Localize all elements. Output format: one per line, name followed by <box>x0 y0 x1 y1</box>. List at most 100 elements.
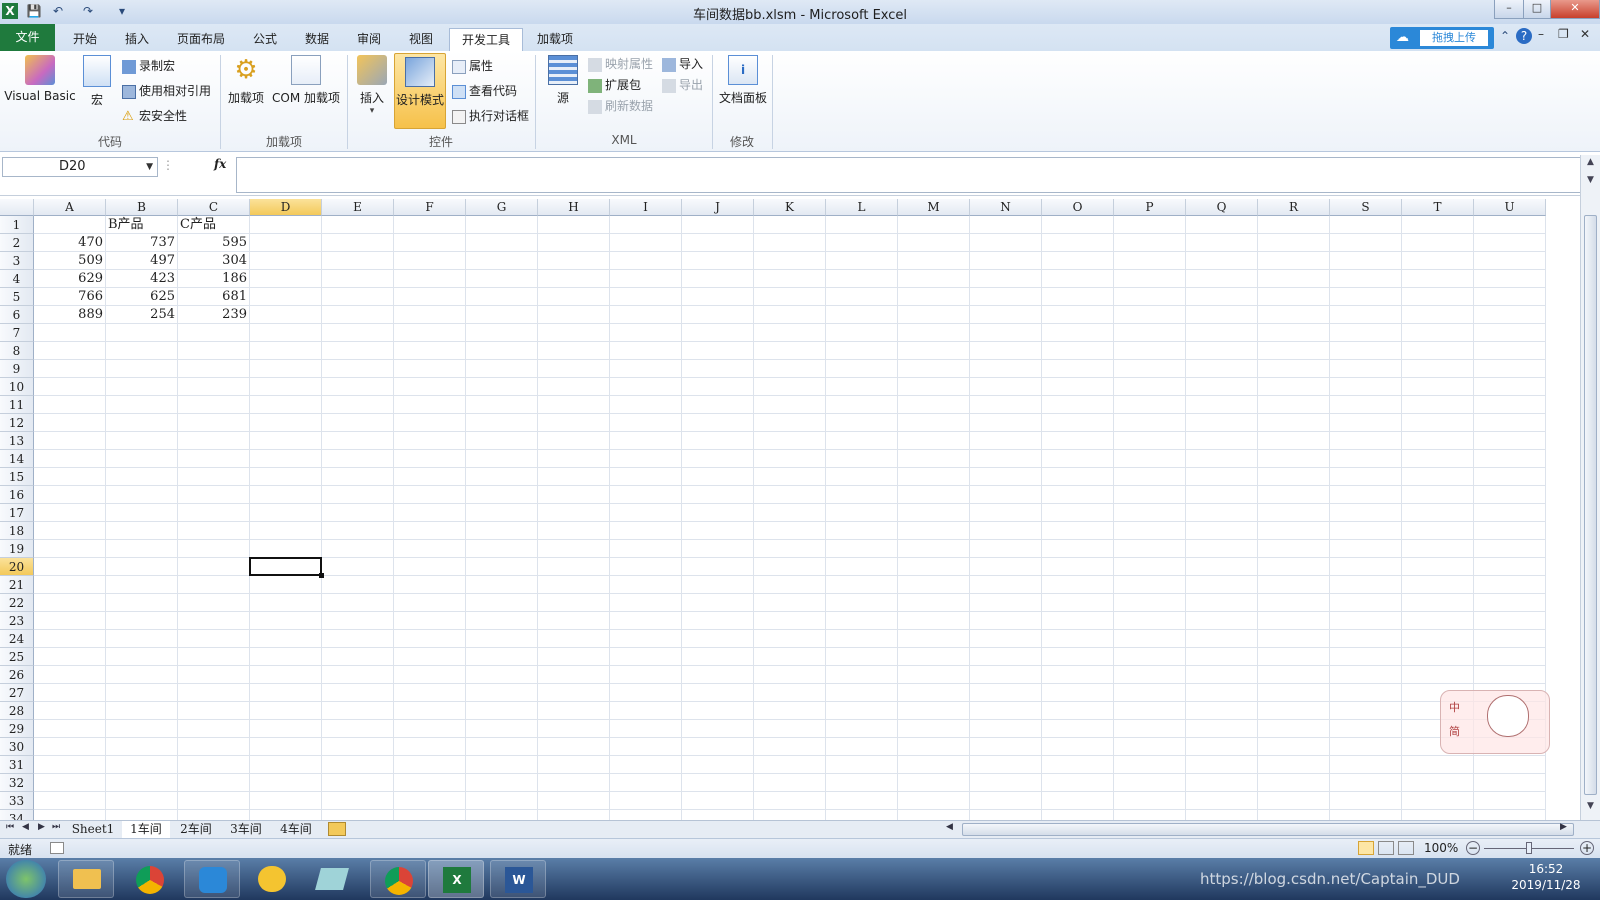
row-header-21[interactable]: 21 <box>0 576 34 594</box>
workbook-restore-icon[interactable]: ❐ <box>1558 27 1572 43</box>
row-header-33[interactable]: 33 <box>0 792 34 810</box>
cell-B5[interactable]: 625 <box>106 288 178 306</box>
column-header-A[interactable]: A <box>34 199 106 216</box>
messenger-taskbar-button[interactable] <box>244 860 300 898</box>
prev-sheet-icon[interactable]: ◀ <box>22 822 34 836</box>
scroll-right-icon[interactable]: ▶ <box>1560 822 1572 836</box>
file-explorer-taskbar-button[interactable] <box>58 860 114 898</box>
close-button[interactable]: ✕ <box>1550 0 1600 19</box>
row-header-19[interactable]: 19 <box>0 540 34 558</box>
cell-C1[interactable]: C产品 <box>180 216 266 234</box>
formula-input[interactable] <box>236 157 1586 193</box>
scroll-down-icon[interactable]: ▼ <box>1583 175 1598 189</box>
zoom-in-icon[interactable]: + <box>1580 841 1594 855</box>
column-header-J[interactable]: J <box>682 199 754 216</box>
workbook-close-icon[interactable]: ✕ <box>1580 27 1594 43</box>
formula-bar-resize-icon[interactable]: ⋮ <box>162 158 174 174</box>
row-header-6[interactable]: 6 <box>0 306 34 324</box>
column-header-F[interactable]: F <box>394 199 466 216</box>
workbook-minimize-icon[interactable]: – <box>1538 27 1552 43</box>
clock-date[interactable]: 2019/11/28 <box>1506 878 1586 894</box>
cell-A4[interactable]: 629 <box>34 270 106 288</box>
cell-B6[interactable]: 254 <box>106 306 178 324</box>
row-header-3[interactable]: 3 <box>0 252 34 270</box>
row-header-5[interactable]: 5 <box>0 288 34 306</box>
insert-control-button[interactable]: 插入 ▾ <box>354 55 390 116</box>
page-layout-view-icon[interactable] <box>1378 841 1394 855</box>
tab-addins[interactable]: 加载项 <box>527 28 583 50</box>
help-icon[interactable]: ? <box>1516 28 1532 44</box>
row-header-13[interactable]: 13 <box>0 432 34 450</box>
row-header-15[interactable]: 15 <box>0 468 34 486</box>
chrome-window-taskbar-button[interactable] <box>370 860 426 898</box>
row-header-28[interactable]: 28 <box>0 702 34 720</box>
cell-C6[interactable]: 239 <box>178 306 250 324</box>
ime-widget[interactable]: 中 简 <box>1440 690 1550 754</box>
maximize-button[interactable]: □ <box>1523 0 1551 19</box>
select-all-corner[interactable] <box>0 199 34 216</box>
sheet-tab-4[interactable]: 4车间 <box>272 821 320 838</box>
sheet-tab-3[interactable]: 3车间 <box>222 821 270 838</box>
addins-button[interactable]: ⚙ 加载项 <box>226 55 266 106</box>
insert-function-button[interactable]: fx <box>214 157 234 175</box>
clock-time[interactable]: 16:52 <box>1506 862 1586 878</box>
row-header-23[interactable]: 23 <box>0 612 34 630</box>
last-sheet-icon[interactable]: ⏭ <box>52 822 64 836</box>
app-taskbar-button[interactable] <box>304 860 360 898</box>
row-header-26[interactable]: 26 <box>0 666 34 684</box>
row-header-10[interactable]: 10 <box>0 378 34 396</box>
column-header-K[interactable]: K <box>754 199 826 216</box>
collapse-ribbon-icon[interactable]: ⌃ <box>1500 29 1514 45</box>
row-header-22[interactable]: 22 <box>0 594 34 612</box>
tab-developer[interactable]: 开发工具 <box>449 28 523 52</box>
scroll-left-icon[interactable]: ◀ <box>946 822 958 836</box>
normal-view-icon[interactable] <box>1358 841 1374 855</box>
row-header-8[interactable]: 8 <box>0 342 34 360</box>
row-header-14[interactable]: 14 <box>0 450 34 468</box>
design-mode-button[interactable]: 设计模式 <box>394 53 446 129</box>
cell-C3[interactable]: 304 <box>178 252 250 270</box>
tab-page-layout[interactable]: 页面布局 <box>168 28 234 50</box>
properties-button[interactable]: 属性 <box>452 56 493 76</box>
expansion-packs-button[interactable]: 扩展包 <box>588 75 641 95</box>
row-header-1[interactable]: 1 <box>0 216 34 234</box>
row-header-12[interactable]: 12 <box>0 414 34 432</box>
view-code-button[interactable]: 查看代码 <box>452 81 517 101</box>
map-properties-button[interactable]: 映射属性 <box>588 54 653 74</box>
column-header-M[interactable]: M <box>898 199 970 216</box>
vertical-scrollbar[interactable]: ▲ ▼ ▼ <box>1580 155 1600 820</box>
row-header-29[interactable]: 29 <box>0 720 34 738</box>
row-header-18[interactable]: 18 <box>0 522 34 540</box>
row-header-2[interactable]: 2 <box>0 234 34 252</box>
row-header-9[interactable]: 9 <box>0 360 34 378</box>
column-header-S[interactable]: S <box>1330 199 1402 216</box>
next-sheet-icon[interactable]: ▶ <box>38 822 50 836</box>
page-break-view-icon[interactable] <box>1398 841 1414 855</box>
cell-A5[interactable]: 766 <box>34 288 106 306</box>
upload-button[interactable]: ☁ 拖拽上传 <box>1390 27 1494 49</box>
name-box[interactable]: D20 ▼ <box>2 157 158 177</box>
record-macro-button[interactable]: 录制宏 <box>122 56 175 76</box>
column-header-I[interactable]: I <box>610 199 682 216</box>
cell-B2[interactable]: 737 <box>106 234 178 252</box>
minimize-button[interactable]: – <box>1494 0 1524 19</box>
cell-C4[interactable]: 186 <box>178 270 250 288</box>
column-header-D[interactable]: D <box>250 199 322 216</box>
cell-B4[interactable]: 423 <box>106 270 178 288</box>
row-header-24[interactable]: 24 <box>0 630 34 648</box>
start-button[interactable] <box>6 860 46 898</box>
sheet-tab-2[interactable]: 2车间 <box>172 821 220 838</box>
cell-A6[interactable]: 889 <box>34 306 106 324</box>
cell-C5[interactable]: 681 <box>178 288 250 306</box>
row-header-16[interactable]: 16 <box>0 486 34 504</box>
export-button[interactable]: 导出 <box>662 75 703 95</box>
tab-insert[interactable]: 插入 <box>112 28 162 50</box>
relative-reference-button[interactable]: 使用相对引用 <box>122 81 211 101</box>
column-header-N[interactable]: N <box>970 199 1042 216</box>
spreadsheet-grid[interactable]: A B C D E F G H I J K L M N O P Q R S T U 1 2 3 4 5 6 7 8 9 10 11 12 13 14… <box>0 199 1580 820</box>
row-header-4[interactable]: 4 <box>0 270 34 288</box>
chrome-taskbar-button[interactable] <box>122 860 178 898</box>
vertical-scroll-thumb[interactable] <box>1584 215 1597 795</box>
horizontal-scroll-thumb[interactable] <box>962 823 1574 836</box>
scroll-up-icon[interactable]: ▲ <box>1583 157 1598 171</box>
